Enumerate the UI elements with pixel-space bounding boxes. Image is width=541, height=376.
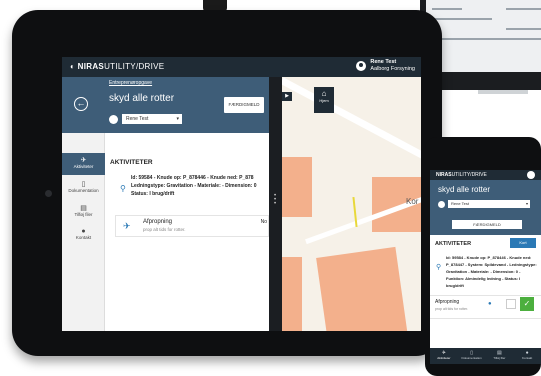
- nav-item-contact[interactable]: ● Kontakt: [513, 348, 541, 364]
- panel-resize-handle[interactable]: • • •: [269, 77, 282, 331]
- avatar: [356, 61, 367, 71]
- drag-handle-icon: • • •: [274, 193, 277, 207]
- phone-task-header: skyd alle rotter Rene Test ▾ FÆRDIGMELD: [430, 180, 541, 235]
- location-pin-icon: ⚲: [436, 264, 442, 271]
- activity-subtitle: prop alt tids for rotter.: [143, 227, 186, 232]
- activity-card[interactable]: ✈ Afpropning prop alt tids for rotter. N…: [115, 215, 269, 237]
- checkbox[interactable]: [506, 299, 516, 309]
- nav-item-add-files[interactable]: ▤ Tilføj filer: [62, 201, 105, 223]
- app-logo: ◐ NIRASUTILITY/DRIVE: [70, 62, 165, 71]
- task-header: Entreprenøropgave ← skyd alle rotter FÆR…: [62, 77, 269, 133]
- phone-topbar: NIRASUTILITY/DRIVE: [430, 170, 541, 180]
- monitor-stand: [478, 90, 528, 94]
- section-title: AKTIVITETER: [435, 241, 472, 247]
- assignee-avatar: [109, 114, 118, 124]
- play-icon: ▶: [285, 93, 289, 99]
- finish-button[interactable]: FÆRDIGMELD: [452, 220, 522, 229]
- activity-title: Afpropning: [435, 299, 460, 305]
- nav-item-add-files[interactable]: ▤ Tilføj filer: [486, 348, 514, 364]
- activity-subtitle: prop alt tids for rotter.: [435, 307, 469, 311]
- logo-mark-icon: ◐: [70, 62, 76, 71]
- phone-bottom-nav: ✈ Aktiviteter ▯ Dokumentation ▤ Tilføj file…: [430, 348, 541, 364]
- assignee-value: Rene Test: [126, 116, 149, 122]
- user-org: Aalborg Forsyning: [370, 66, 415, 72]
- app-topbar: ◐ NIRASUTILITY/DRIVE Rene Test Aalborg F…: [62, 57, 421, 77]
- side-nav: ✈ Aktiviteter ▯ Dokumentation ▤ Tilføj f…: [62, 133, 105, 331]
- nav-item-documentation[interactable]: ▯ Dokumentation: [62, 177, 105, 199]
- phone-screen: NIRASUTILITY/DRIVE skyd alle rotter Rene…: [430, 170, 541, 364]
- location-pin-icon: ⚲: [120, 184, 126, 193]
- activity-icon: ✈: [80, 157, 87, 164]
- user-name: Rene Test: [370, 59, 397, 65]
- nav-item-contact[interactable]: ● Kontakt: [62, 225, 105, 247]
- scene: ◐ NIRASUTILITY/DRIVE Rene Test Aalborg F…: [0, 0, 541, 376]
- nav-item-activities[interactable]: ✈ Aktiviteter: [62, 153, 105, 175]
- back-button[interactable]: ←: [74, 97, 88, 111]
- pipe-details: Id: 59584 - Knude op: P_878446 - Knude n…: [131, 175, 257, 197]
- comment-icon[interactable]: ●: [488, 301, 492, 307]
- finish-button[interactable]: FÆRDIGMELD: [224, 97, 264, 113]
- activity-status: No: [260, 219, 267, 225]
- chat-icon: ●: [81, 228, 86, 235]
- expand-panel-button[interactable]: ▶: [282, 92, 292, 101]
- map-button[interactable]: Kort: [510, 238, 536, 248]
- activity-card[interactable]: Afpropning prop alt tids for rotter. ● ✓: [430, 295, 541, 319]
- pipe-details: Id: 59584 - Knude op: P_878446 - Knude n…: [446, 255, 537, 288]
- user-icon[interactable]: [527, 171, 535, 179]
- activities-panel: AKTIVITETER ⚲ Id: 59584 - Knude op: P_87…: [105, 133, 269, 331]
- check-icon: ✓: [523, 299, 531, 308]
- app-logo: NIRASUTILITY/DRIVE: [436, 172, 487, 178]
- activity-icon: ✈: [123, 221, 131, 231]
- page-title: skyd alle rotter: [438, 185, 491, 194]
- section-title: AKTIVITETER: [110, 159, 153, 166]
- map-view[interactable]: ▶ ⌂ Hjem Kor: [282, 77, 421, 331]
- assignee-avatar: [438, 200, 445, 208]
- user-menu[interactable]: Rene Test Aalborg Forsyning: [356, 59, 415, 73]
- map-place-label: Kor: [406, 197, 419, 206]
- tablet-screen: ◐ NIRASUTILITY/DRIVE Rene Test Aalborg F…: [62, 57, 421, 331]
- document-icon: ▯: [81, 181, 86, 188]
- home-icon: ⌂: [321, 89, 327, 98]
- tablet-device: ◐ NIRASUTILITY/DRIVE Rene Test Aalborg F…: [12, 10, 442, 356]
- assignee-select[interactable]: Rene Test ▾: [109, 114, 182, 124]
- arrow-left-icon: ←: [76, 98, 86, 108]
- add-file-icon: ▤: [80, 205, 87, 212]
- phone-device: NIRASUTILITY/DRIVE skyd alle rotter Rene…: [425, 137, 541, 376]
- activity-title: Afpropning: [143, 219, 173, 225]
- page-title: skyd alle rotter: [109, 93, 175, 104]
- complete-button[interactable]: ✓: [520, 297, 534, 311]
- tablet-camera: [45, 190, 52, 197]
- nav-item-documentation[interactable]: ▯ Dokumentation: [458, 348, 486, 364]
- project-link[interactable]: Entreprenøropgave: [109, 80, 152, 86]
- chevron-down-icon: ▾: [525, 201, 528, 206]
- home-button[interactable]: ⌂ Hjem: [314, 87, 334, 113]
- nav-item-activities[interactable]: ✈ Aktiviteter: [430, 348, 458, 364]
- chevron-down-icon: ▾: [176, 116, 179, 122]
- assignee-select[interactable]: Rene Test ▾: [438, 200, 530, 208]
